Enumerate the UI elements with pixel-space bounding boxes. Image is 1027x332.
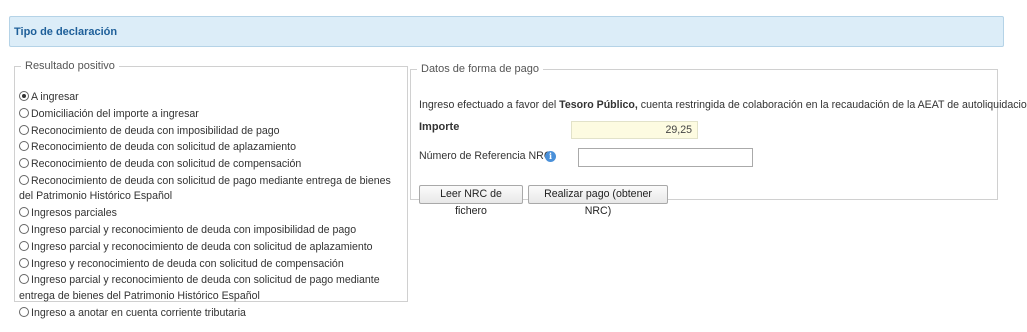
radio-option-label: Reconocimiento de deuda con solicitud de… [31,141,297,154]
radio-option-label: Reconocimiento de deuda con imposibilida… [31,124,280,137]
info-icon[interactable]: i [545,151,556,162]
resultado-legend: Resultado positivo [25,60,115,72]
pago-legend: Datos de forma de pago [421,63,540,75]
radio-list: A ingresar Domiciliación del importe a in… [19,90,403,323]
radio-option-label: Reconocimiento de deuda con solicitud de… [19,174,391,203]
radio-option-label: Ingreso parcial y reconocimiento de deud… [19,274,380,302]
radio-option-label: Domiciliación del importe a ingresar [31,107,199,120]
desc-text-bold: Tesoro Público, [559,99,638,111]
radio-option[interactable]: Ingreso parcial y reconocimiento de deud… [19,273,403,304]
resultado-fieldset: Resultado positivo A ingresar Domiciliaci… [14,60,408,319]
radio-option-label: Ingreso y reconocimiento de deuda con so… [31,257,344,270]
radio-option[interactable]: Reconocimiento de deuda con solicitud de… [19,140,403,156]
radio-option[interactable]: Reconocimiento de deuda con solicitud de… [19,174,403,205]
pago-description: Ingreso efectuado a favor del Tesoro Púb… [419,99,1027,111]
radio-unchecked-icon[interactable] [19,274,29,285]
importe-label: Importe [419,121,460,133]
radio-option[interactable]: Reconocimiento de deuda con solicitud de… [19,157,403,173]
header-bar: Tipo de declaración [9,16,1004,47]
radio-option[interactable]: Ingreso y reconocimiento de deuda con so… [19,257,403,273]
radio-unchecked-icon[interactable] [19,257,29,268]
radio-option-label: A ingresar [31,91,79,103]
radio-option[interactable]: A ingresar [19,90,403,106]
radio-option-label: Ingreso a anotar en cuenta corriente tri… [31,306,246,319]
radio-option[interactable]: Reconocimiento de deuda con imposibilida… [19,124,403,140]
radio-unchecked-icon[interactable] [19,107,29,118]
radio-unchecked-icon[interactable] [19,306,29,317]
nrc-label: Número de Referencia NRC: [419,150,555,162]
leer-nrc-button[interactable]: Leer NRC de fichero [419,185,523,217]
radio-unchecked-icon[interactable] [19,224,29,235]
radio-unchecked-icon[interactable] [19,207,29,218]
realizar-pago-button[interactable]: Realizar pago (obtener NRC) [528,185,668,217]
pago-fieldset: Datos de forma de pago Ingreso efectuado… [410,63,1027,217]
page-title: Tipo de declaración [14,26,118,38]
importe-field: 29,25 [571,121,698,139]
radio-option[interactable]: Ingreso parcial y reconocimiento de deud… [19,240,403,256]
radio-checked-icon[interactable] [19,91,29,101]
radio-option-label: Ingresos parciales [31,207,117,220]
desc-text-pre: Ingreso efectuado a favor del [419,99,560,111]
radio-option[interactable]: Ingreso a anotar en cuenta corriente tri… [19,306,403,322]
radio-unchecked-icon[interactable] [19,240,29,251]
radio-option[interactable]: Ingresos parciales [19,206,403,222]
radio-option-label: Ingreso parcial y reconocimiento de deud… [31,224,357,237]
radio-unchecked-icon[interactable] [19,141,29,152]
radio-option[interactable]: Ingreso parcial y reconocimiento de deud… [19,223,403,239]
radio-unchecked-icon[interactable] [19,174,29,185]
radio-unchecked-icon[interactable] [19,124,29,135]
radio-option-label: Reconocimiento de deuda con solicitud de… [31,158,302,171]
radio-unchecked-icon[interactable] [19,158,29,169]
radio-option-label: Ingreso parcial y reconocimiento de deud… [31,240,373,253]
nrc-input[interactable] [578,148,753,167]
desc-text-post: cuenta restringida de colaboración en la… [637,99,1027,111]
radio-option[interactable]: Domiciliación del importe a ingresar [19,107,403,123]
